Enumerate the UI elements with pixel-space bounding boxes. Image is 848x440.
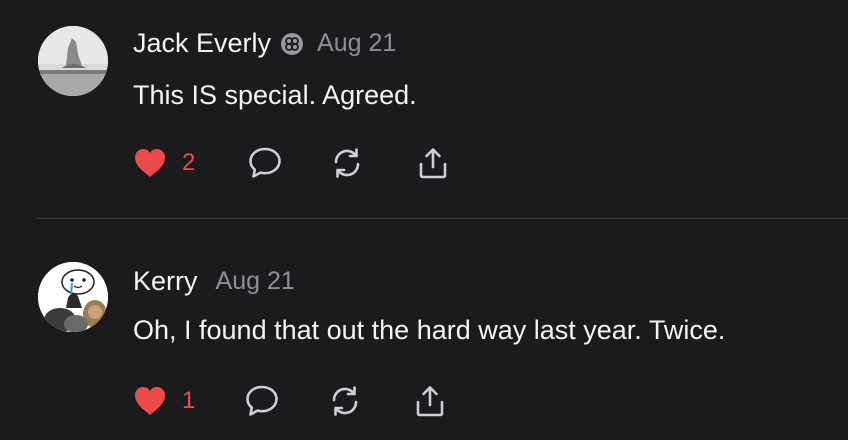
avatar[interactable] (38, 262, 108, 332)
like-button[interactable]: 2 (133, 143, 195, 183)
comment-icon (246, 385, 278, 416)
repost-button[interactable] (329, 143, 365, 183)
author-name[interactable]: Jack Everly (133, 28, 271, 59)
repost-button[interactable] (327, 381, 363, 421)
like-button[interactable]: 1 (133, 381, 195, 421)
share-icon (419, 148, 447, 179)
badge-icon (281, 32, 304, 55)
repost-icon (332, 386, 358, 416)
post-date: Aug 21 (215, 267, 295, 295)
avatar[interactable] (38, 26, 108, 96)
author-name[interactable]: Kerry (133, 266, 198, 297)
post-text: Oh, I found that out the hard way last y… (133, 315, 726, 345)
repost-icon (334, 148, 360, 178)
comment-icon (249, 147, 281, 178)
heart-icon (135, 149, 165, 177)
cartoon-cat-avatar-icon (38, 262, 108, 332)
reply-button[interactable] (247, 143, 283, 183)
reply-button[interactable] (244, 381, 280, 421)
like-count: 2 (182, 149, 196, 176)
like-count: 1 (182, 387, 196, 414)
share-button[interactable] (415, 143, 451, 183)
heart-icon (135, 387, 165, 415)
share-icon (416, 386, 444, 417)
share-button[interactable] (412, 381, 448, 421)
post-date: Aug 21 (317, 29, 397, 57)
post-text: This IS special. Agreed. (133, 80, 417, 110)
photo-avatar-icon (38, 26, 108, 96)
divider (37, 218, 848, 219)
